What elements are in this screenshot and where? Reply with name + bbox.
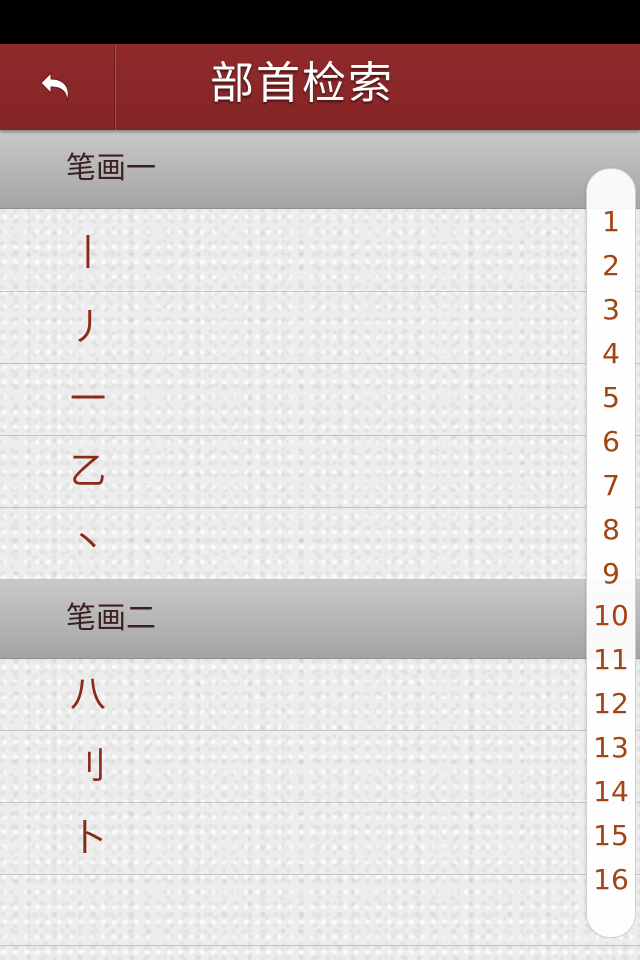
back-button[interactable] bbox=[0, 44, 115, 130]
list-item[interactable]: 丶 bbox=[0, 508, 640, 580]
index-item-11[interactable]: 11 bbox=[587, 643, 635, 676]
section-header-2: 笔画二 bbox=[0, 580, 640, 659]
index-item-8[interactable]: 8 bbox=[587, 513, 635, 546]
index-item-13[interactable]: 13 bbox=[587, 731, 635, 764]
index-item-16[interactable]: 16 bbox=[587, 863, 635, 896]
list-item[interactable]: 乙 bbox=[0, 436, 640, 508]
index-item-14[interactable]: 14 bbox=[587, 775, 635, 808]
status-bar bbox=[0, 0, 640, 44]
index-item-6[interactable]: 6 bbox=[587, 425, 635, 458]
navigation-bar: 部首检索 bbox=[0, 44, 640, 130]
index-item-9[interactable]: 9 bbox=[587, 557, 635, 590]
index-item-12[interactable]: 12 bbox=[587, 687, 635, 720]
section-index-bar[interactable]: 1 2 3 4 5 6 7 8 9 10 11 12 13 14 15 16 bbox=[586, 168, 636, 938]
index-item-15[interactable]: 15 bbox=[587, 819, 635, 852]
list-item[interactable]: 八 bbox=[0, 659, 640, 731]
index-item-4[interactable]: 4 bbox=[587, 337, 635, 370]
index-item-1[interactable]: 1 bbox=[587, 205, 635, 238]
page-title: 部首检索 bbox=[210, 58, 394, 109]
index-item-5[interactable]: 5 bbox=[587, 381, 635, 414]
list-item[interactable]: 丨 bbox=[0, 209, 640, 292]
index-item-3[interactable]: 3 bbox=[587, 293, 635, 326]
back-arrow-icon bbox=[40, 71, 69, 102]
index-item-2[interactable]: 2 bbox=[587, 249, 635, 282]
list-item[interactable]: 丿 bbox=[0, 292, 640, 364]
list-item[interactable]: 一 bbox=[0, 364, 640, 436]
list-item[interactable] bbox=[0, 875, 640, 946]
index-item-7[interactable]: 7 bbox=[587, 469, 635, 502]
section-header-1: 笔画一 bbox=[0, 130, 640, 209]
list-item[interactable]: 卜 bbox=[0, 803, 640, 875]
radical-list: 笔画一 丨 丿 一 乙 丶 笔画二 八 刂 卜 bbox=[0, 130, 640, 960]
list-item[interactable]: 刂 bbox=[0, 731, 640, 803]
index-item-10[interactable]: 10 bbox=[587, 599, 635, 632]
